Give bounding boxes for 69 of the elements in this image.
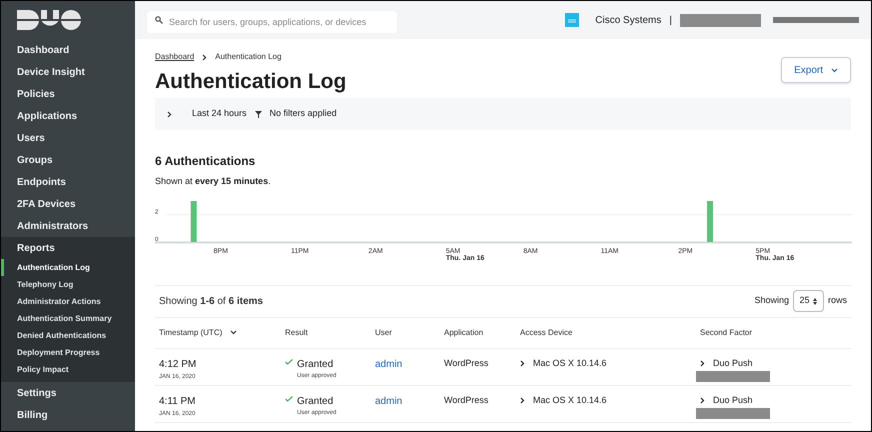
- sidebar-item[interactable]: Users: [1, 127, 135, 149]
- sidebar-item[interactable]: Billing: [1, 404, 135, 426]
- sidebar-item[interactable]: Administrators: [1, 215, 135, 237]
- column-header: User: [374, 326, 393, 338]
- chevron-right-icon[interactable]: [520, 360, 525, 367]
- check-icon: [285, 396, 293, 402]
- time-text: 4:12 PM: [159, 358, 198, 372]
- page-title: Authentication Log: [155, 71, 346, 92]
- column-header: Result: [284, 326, 309, 338]
- breadcrumb-current: Authentication Log: [215, 51, 282, 63]
- caret-down-icon: [831, 68, 838, 72]
- sort-caret-icon: [230, 330, 238, 335]
- page-size-select[interactable]: 25: [792, 290, 824, 312]
- filter-icon: [254, 110, 262, 118]
- item-count: Showing 1-6 of 6 items: [159, 294, 263, 308]
- section-title: 6 Authentications: [155, 153, 256, 170]
- second-factor-text: Duo Push: [713, 394, 753, 406]
- sidebar-subitem[interactable]: Telephony Log: [1, 276, 135, 293]
- second-factor-text: Duo Push: [713, 356, 753, 370]
- sidebar-item[interactable]: Settings: [1, 382, 135, 404]
- device-text: Mac OS X 10.14.6: [533, 394, 607, 406]
- sidebar-item[interactable]: Device Insight: [1, 61, 135, 83]
- filter-status: No filters applied: [270, 107, 337, 120]
- time-range[interactable]: Last 24 hours: [192, 107, 247, 121]
- chevron-right-icon[interactable]: [520, 396, 525, 404]
- sidebar-subitem[interactable]: Denied Authentications: [1, 327, 135, 344]
- column-header: Application: [443, 326, 484, 338]
- sidebar-subitem[interactable]: Authentication Summary: [1, 310, 135, 327]
- user-link[interactable]: admin: [375, 358, 402, 370]
- check-icon: [285, 358, 293, 364]
- device-text: Mac OS X 10.14.6: [533, 356, 607, 370]
- time-text: 4:11 PM: [159, 394, 196, 408]
- separator: |: [669, 14, 672, 28]
- sidebar-item[interactable]: Applications: [1, 105, 135, 127]
- sidebar-item[interactable]: 2FA Devices: [1, 193, 135, 215]
- table-cell-text: WordPress: [443, 356, 490, 370]
- section-subtitle: Shown at every 15 minutes.: [155, 175, 272, 188]
- sidebar-item[interactable]: Reports: [1, 237, 135, 259]
- chevron-right-icon: [202, 54, 208, 60]
- column-header: Access Device: [519, 326, 574, 338]
- sidebar-subitem[interactable]: Authentication Log: [1, 259, 135, 276]
- sidebar-subitem[interactable]: Administrator Actions: [1, 293, 135, 310]
- sidebar-subitem[interactable]: Deployment Progress: [1, 344, 135, 361]
- sidebar-item[interactable]: Groups: [1, 149, 135, 171]
- account-name: Cisco Systems: [595, 14, 662, 28]
- export-button[interactable]: Export: [781, 57, 851, 83]
- column-header: Second Factor: [699, 326, 754, 338]
- sidebar-item[interactable]: Dashboard: [1, 39, 135, 61]
- logo-icon: [17, 10, 81, 30]
- chart-bar: [190, 200, 197, 242]
- chevron-right-icon[interactable]: [700, 360, 705, 367]
- search-field[interactable]: Search for users, groups, applications, or devices: [147, 11, 397, 33]
- search-icon: [155, 16, 163, 24]
- result-text: Granted: [297, 358, 334, 372]
- sidebar-subitem[interactable]: Policy Impact: [1, 361, 135, 378]
- sidebar-item[interactable]: Policies: [1, 83, 135, 105]
- user-link[interactable]: admin: [375, 396, 402, 406]
- company-logo-icon: [565, 13, 580, 27]
- chart-bar: [707, 200, 714, 242]
- table-cell-text: WordPress: [443, 394, 490, 406]
- sidebar-item[interactable]: Endpoints: [1, 171, 135, 193]
- page-size-suffix: rows: [828, 294, 847, 308]
- page-size-label: Showing: [754, 294, 789, 308]
- breadcrumb-link[interactable]: Dashboard: [155, 51, 194, 63]
- updown-caret-icon: [813, 298, 818, 304]
- chevron-right-icon[interactable]: [167, 110, 172, 118]
- chevron-right-icon[interactable]: [700, 396, 705, 404]
- column-header[interactable]: Timestamp (UTC): [155, 326, 281, 338]
- result-text: Granted: [297, 394, 334, 408]
